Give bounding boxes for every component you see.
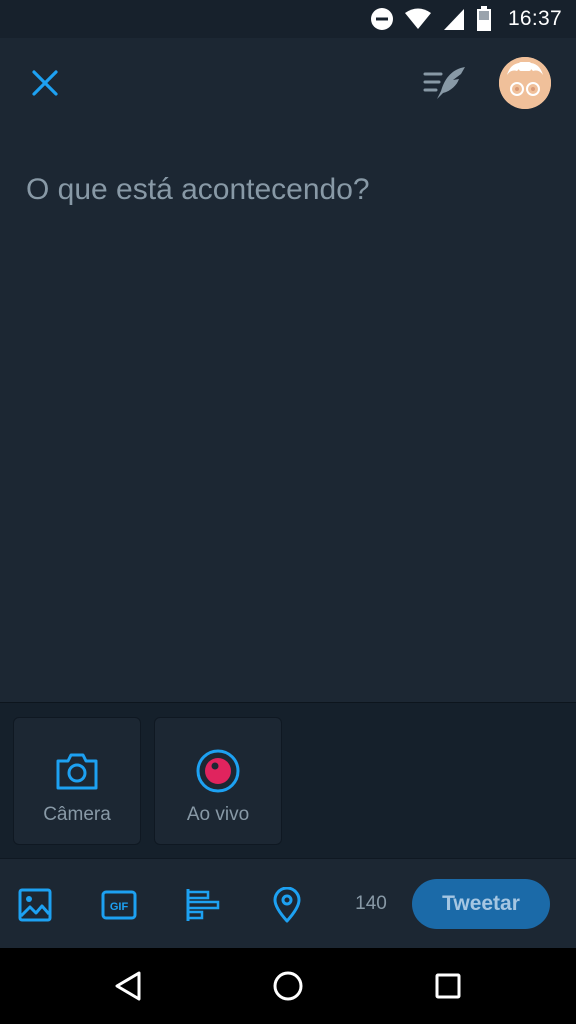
status-bar: 16:37 [0,0,576,38]
image-button[interactable] [15,885,55,925]
live-label: Ao vivo [186,804,250,825]
compose-toolbar: GIF 140 Tweetar [0,858,576,948]
drafts-icon [423,67,465,99]
battery-icon [476,6,492,32]
close-button[interactable] [22,60,68,106]
location-button[interactable] [267,885,307,925]
back-button[interactable] [106,966,150,1006]
camera-icon [54,748,100,794]
camera-button[interactable]: Câmera [13,717,141,845]
wifi-icon [404,7,432,31]
poll-button[interactable] [183,885,223,925]
media-tray: Câmera Ao vivo [0,702,576,858]
back-icon [115,971,141,1001]
live-icon [195,748,241,794]
compose-tweet-screen: 16:37 O que está acontecendo? Câmera Ao … [0,0,576,1024]
character-count: 140 [355,893,387,914]
compose-header [0,38,576,128]
signal-icon [442,7,466,31]
tweet-text-input[interactable] [26,170,546,690]
avatar-illustration-icon [499,57,551,109]
tweet-button[interactable]: Tweetar [412,879,550,929]
gif-button[interactable]: GIF [99,885,139,925]
drafts-button[interactable] [420,60,470,106]
svg-text:GIF: GIF [110,901,129,913]
close-icon [32,70,58,96]
home-icon [273,971,303,1001]
gif-icon: GIF [101,890,137,920]
image-icon [18,888,52,922]
camera-label: Câmera [43,804,111,825]
status-time: 16:37 [507,7,562,30]
recents-icon [435,973,461,999]
live-button[interactable]: Ao vivo [154,717,282,845]
navigation-bar [0,948,576,1024]
location-icon [273,887,301,923]
do-not-disturb-icon [370,7,394,31]
home-button[interactable] [266,966,310,1006]
avatar[interactable] [499,57,551,109]
recents-button[interactable] [426,966,470,1006]
poll-icon [186,889,220,921]
